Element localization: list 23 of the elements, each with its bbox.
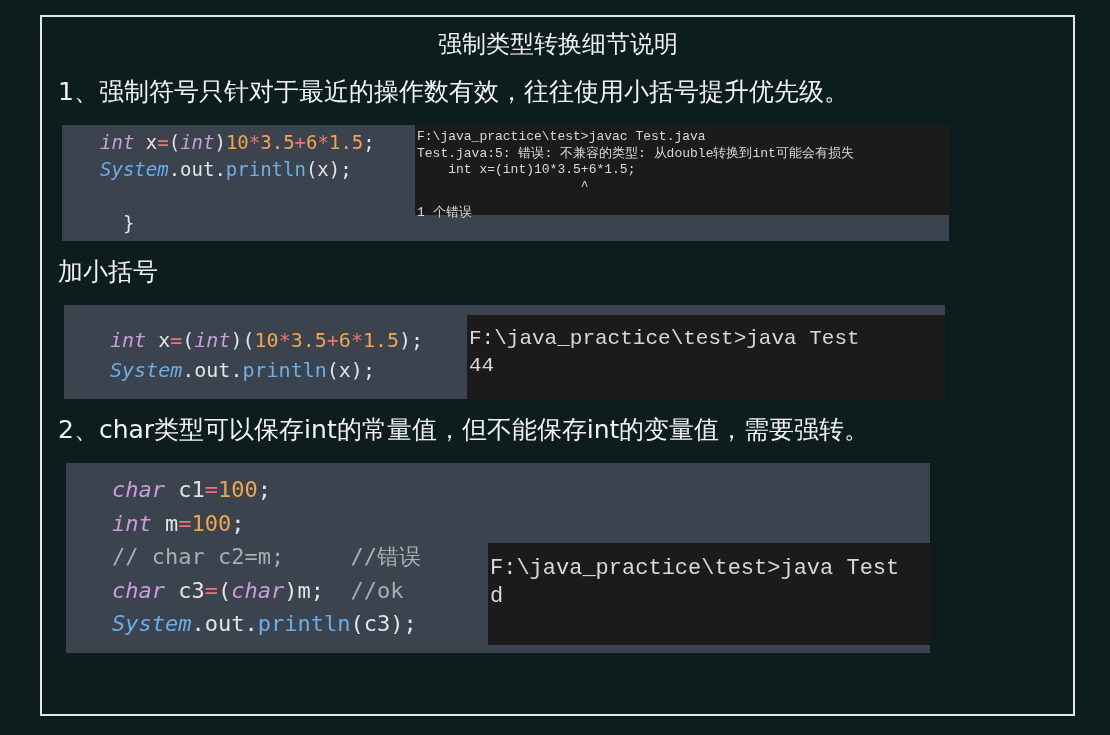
code-line: System.out.println(x); — [110, 357, 376, 384]
console-line: 1 个错误 — [417, 205, 473, 222]
code-line: System.out.println(c3); — [112, 610, 418, 638]
console-line: d — [490, 582, 505, 611]
code-line: char c1=100; — [112, 476, 272, 504]
console-line: ^ — [579, 178, 590, 195]
section-heading: 2、char类型可以保存int的常量值，但不能保存int的变量值，需要强转。 — [58, 414, 871, 446]
console-line: F:\java_practice\test>javac Test.java — [417, 129, 707, 146]
console-line: F:\java_practice\test>java Test — [469, 326, 861, 352]
code-line: int x=(int)10*3.5+6*1.5; — [100, 130, 376, 155]
section-heading: 1、强制符号只针对于最近的操作数有效，往往使用小括号提升优先级。 — [58, 76, 850, 108]
code-line: // char c2=m; //错误 — [112, 543, 422, 571]
code-line: char c3=(char)m; //ok — [112, 576, 405, 605]
console-line: Test.java:5: 错误: 不兼容的类型: 从double转换到int可能会有损失 — [417, 145, 855, 162]
code-line: int m=100; — [112, 509, 246, 538]
console-line: int x=(int)10*3.5+6*1.5; — [447, 162, 637, 179]
code-line: } — [121, 211, 136, 236]
console-line: F:\java_practice\test>java Test — [490, 554, 901, 583]
section-heading: 加小括号 — [58, 256, 159, 288]
code-line: int x=(int)(10*3.5+6*1.5); — [110, 327, 425, 354]
code-line: System.out.println(x); — [100, 157, 353, 182]
page-title: 强制类型转换细节说明 — [436, 29, 679, 60]
console-line: 44 — [469, 353, 496, 379]
